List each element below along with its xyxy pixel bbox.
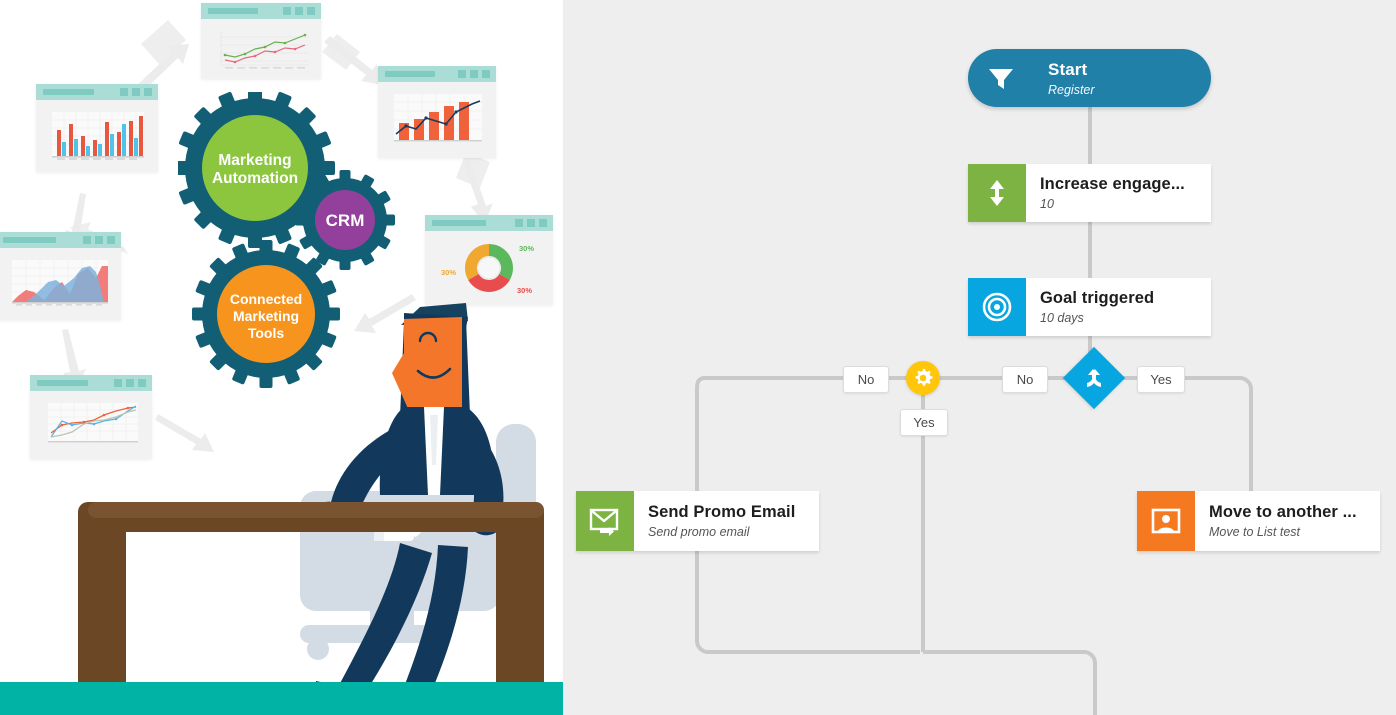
marketing-automation-illustration: 30% 30% 30% Marketing Automation CRM Con… [0, 0, 563, 715]
line-chart [220, 31, 309, 69]
envelope-arrow-icon [576, 491, 634, 551]
flow-node-increase-engagement[interactable]: Increase engage... 10 [968, 164, 1211, 222]
flow-node-start[interactable]: Start Register [968, 49, 1211, 107]
gear-label-line1: Marketing [218, 152, 291, 169]
flow-node-move-to-another-list[interactable]: Move to another ... Move to List test [1137, 491, 1380, 551]
bar-chart-window [36, 84, 158, 172]
bar-chart [52, 112, 144, 160]
flow-node-move-to-another-list-text: Move to another ... Move to List test [1195, 491, 1380, 551]
window-url-placeholder [432, 220, 486, 226]
branch-label-diamond-no[interactable]: No [1002, 366, 1048, 393]
window-title-bar [0, 232, 121, 248]
funnel-icon [968, 49, 1034, 107]
flow-node-send-promo-email-subtitle: Send promo email [648, 525, 750, 539]
condition-gear-node[interactable] [906, 361, 940, 395]
branch-label-gear-yes-text: Yes [913, 415, 935, 430]
target-icon [968, 278, 1026, 336]
gear-icon [915, 368, 933, 386]
flow-node-goal-triggered-title: Goal triggered [1040, 289, 1155, 307]
workflow-canvas[interactable]: Start Register Increase engage... 10 Goa… [563, 0, 1396, 715]
up-down-arrow-icon [968, 164, 1026, 222]
flow-node-send-promo-email-title: Send Promo Email [648, 503, 796, 521]
window-url-placeholder [385, 71, 435, 77]
donut-label-left: 30% [441, 268, 456, 277]
donut-chart: 30% 30% 30% [441, 244, 534, 295]
branch-label-gear-no-text: No [857, 372, 875, 387]
window-buttons [83, 236, 115, 244]
floor-strip [0, 682, 563, 715]
flow-node-start-subtitle: Register [1048, 82, 1095, 97]
flow-node-send-promo-email[interactable]: Send Promo Email Send promo email [576, 491, 819, 551]
donut-label-bottom: 30% [517, 286, 532, 295]
flow-node-goal-triggered-subtitle: 10 days [1040, 311, 1084, 325]
flow-node-send-promo-email-text: Send Promo Email Send promo email [634, 491, 819, 551]
donut-chart-window: 30% 30% 30% [425, 215, 553, 305]
gear-label-line2: Automation [212, 170, 298, 187]
chart-canvas [36, 100, 158, 188]
flow-node-start-title: Start [1048, 59, 1088, 79]
line-chart-window [201, 3, 321, 79]
window-buttons [515, 219, 547, 227]
window-buttons [283, 7, 315, 15]
branch-label-diamond-no-text: No [1016, 372, 1034, 387]
window-title-bar [425, 215, 553, 231]
contact-card-icon [1137, 491, 1195, 551]
chart-canvas [201, 19, 321, 95]
branch-label-diamond-yes[interactable]: Yes [1137, 366, 1185, 393]
split-branch-icon [1082, 366, 1106, 390]
flow-node-increase-engagement-subtitle: 10 [1040, 197, 1054, 211]
window-url-placeholder [208, 8, 259, 14]
donut-label-top: 30% [519, 244, 534, 253]
window-title-bar [201, 3, 321, 19]
window-buttons [120, 88, 152, 96]
flow-node-move-to-another-list-subtitle: Move to List test [1209, 525, 1301, 539]
flow-node-goal-triggered-text: Goal triggered 10 days [1026, 278, 1211, 336]
window-url-placeholder [43, 89, 95, 95]
person-at-desk-scene [0, 303, 563, 715]
window-url-placeholder [3, 237, 56, 243]
flow-connectors [695, 107, 1253, 715]
flow-node-increase-engagement-text: Increase engage... 10 [1026, 164, 1211, 222]
flow-node-goal-triggered[interactable]: Goal triggered 10 days [968, 278, 1211, 336]
flow-node-increase-engagement-title: Increase engage... [1040, 175, 1185, 193]
branch-label-gear-no[interactable]: No [843, 366, 889, 393]
flow-node-start-text: Start Register [1034, 49, 1211, 107]
window-buttons [458, 70, 490, 78]
flow-node-move-to-another-list-title: Move to another ... [1209, 503, 1357, 521]
gear-label-crm: CRM [326, 211, 365, 230]
branch-label-gear-yes[interactable]: Yes [900, 409, 948, 436]
window-title-bar [36, 84, 158, 100]
branch-label-diamond-yes-text: Yes [1150, 372, 1172, 387]
screenshot-root: 30% 30% 30% Marketing Automation CRM Con… [0, 0, 1396, 715]
window-title-bar [378, 66, 496, 82]
